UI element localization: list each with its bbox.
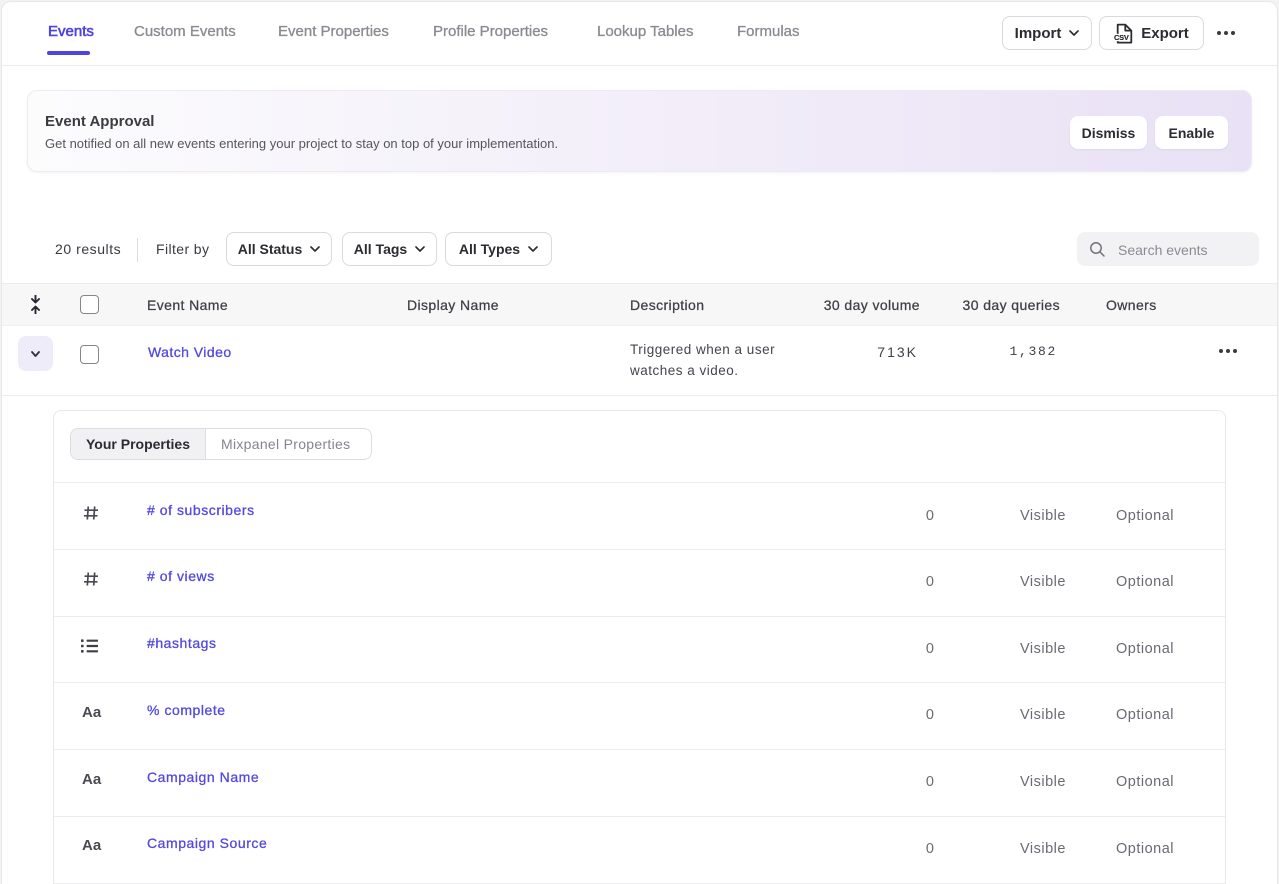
svg-text:CSV: CSV <box>1114 32 1129 41</box>
